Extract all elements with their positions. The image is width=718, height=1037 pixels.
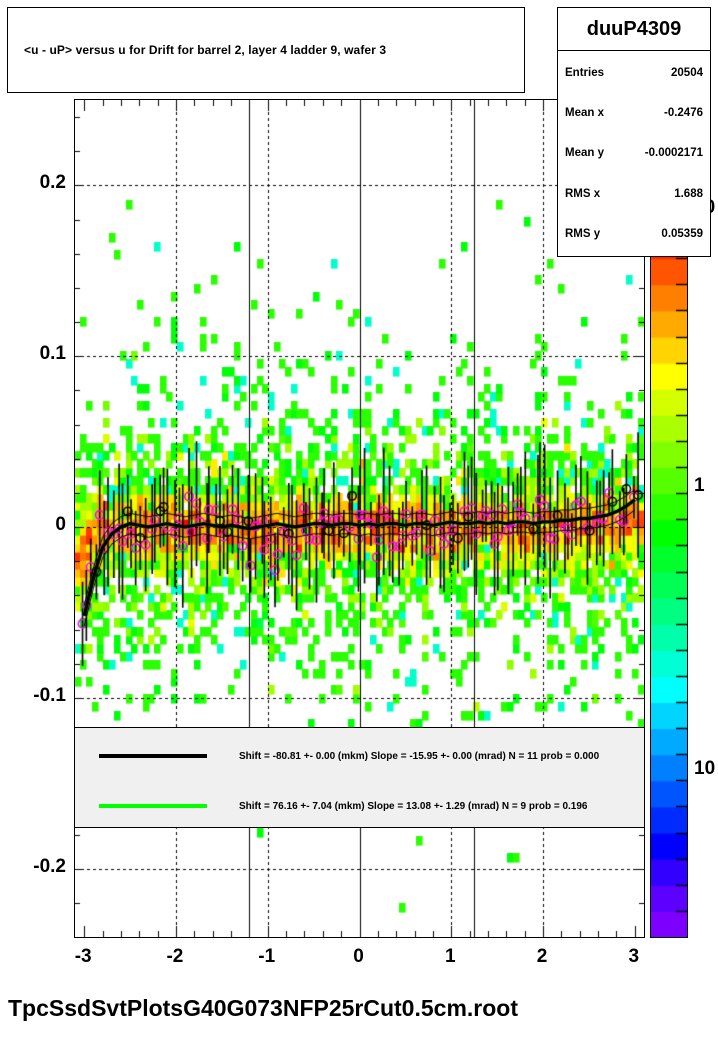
stat-row: Entries 20504 <box>565 67 703 79</box>
stat-key: RMS x <box>565 187 601 200</box>
y-axis-tick-label: 0 <box>55 514 66 536</box>
legend-line-swatch <box>99 804 207 808</box>
x-axis-tick-label: -3 <box>74 946 92 967</box>
y-axis-tick-label: -0.1 <box>33 684 66 706</box>
legend-label: Shift = 76.16 +- 7.04 (mkm) Slope = 13.0… <box>239 800 588 812</box>
stat-key: RMS y <box>565 227 601 240</box>
x-axis-tick-label: 0 <box>353 946 364 967</box>
plot-title-box: <u - uP> versus u for Drift for barrel 2… <box>7 7 525 93</box>
stat-key: Mean y <box>565 147 604 160</box>
stat-value: 1.688 <box>674 187 703 200</box>
stat-value: 0.05359 <box>661 227 703 240</box>
legend-entry: Shift = 76.16 +- 7.04 (mkm) Slope = 13.0… <box>75 786 644 826</box>
statistics-box: duuP4309 Entries 20504 Mean x -0.2476 Me… <box>557 7 711 257</box>
legend-entry: Shift = -80.81 +- 0.00 (mkm) Slope = -15… <box>75 736 644 776</box>
stat-key: Entries <box>565 67 604 80</box>
legend-label: Shift = -80.81 +- 0.00 (mkm) Slope = -15… <box>239 750 600 762</box>
stat-row: Mean x -0.2476 <box>565 107 703 119</box>
z-axis-tick-label: 1 <box>694 475 705 496</box>
source-file-label: TpcSsdSvtPlotsG40G073NFP25rCut0.5cm.root <box>8 995 518 1021</box>
color-scale-gradient <box>651 206 687 937</box>
statistics-rows: Entries 20504 Mean x -0.2476 Mean y -0.0… <box>558 51 710 256</box>
y-axis-tick-label: -0.2 <box>33 855 66 877</box>
z-axis-tick-label: 10 <box>694 758 716 779</box>
stat-key: Mean x <box>565 107 604 120</box>
legend-line-swatch <box>99 754 207 758</box>
stat-row: Mean y -0.0002171 <box>565 147 703 159</box>
stat-row: RMS x 1.688 <box>565 188 703 200</box>
stat-row: RMS y 0.05359 <box>565 228 703 240</box>
stat-value: -0.2476 <box>663 107 703 120</box>
page-title: <u - uP> versus u for Drift for barrel 2… <box>24 43 387 57</box>
x-axis-tick-label: 1 <box>444 946 456 967</box>
y-axis-tick-label: 0.1 <box>39 343 66 365</box>
histogram-name: duuP4309 <box>558 8 710 51</box>
x-axis-tick-label: 2 <box>536 946 548 967</box>
stat-value: -0.0002171 <box>644 147 703 160</box>
color-scale-bar <box>650 205 688 938</box>
fit-legend: Shift = -80.81 +- 0.00 (mkm) Slope = -15… <box>74 727 645 828</box>
y-axis-tick-label: 0.2 <box>39 172 66 194</box>
x-axis-tick-label: 3 <box>628 946 640 967</box>
x-axis-tick-label: -1 <box>258 946 276 967</box>
x-axis-tick-label: -2 <box>166 946 184 967</box>
stat-value: 20504 <box>671 67 703 80</box>
